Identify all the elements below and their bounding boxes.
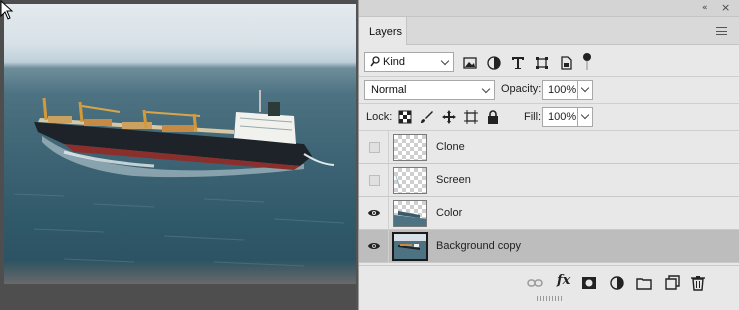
type-filter-icon[interactable] bbox=[510, 55, 526, 71]
divider bbox=[388, 197, 389, 230]
layer-row-background-copy[interactable]: Background copy bbox=[359, 230, 739, 263]
panel-tab-bar: Layers bbox=[359, 17, 739, 45]
layer-row-screen[interactable]: Screen bbox=[359, 164, 739, 197]
divider bbox=[388, 131, 389, 164]
trash-icon[interactable] bbox=[690, 275, 706, 291]
opacity-input[interactable]: 100% bbox=[542, 80, 578, 100]
new-layer-icon[interactable] bbox=[664, 275, 680, 291]
search-icon bbox=[370, 56, 380, 67]
adjustment-filter-icon[interactable] bbox=[486, 55, 502, 71]
layers-footer-toolbar: fx bbox=[359, 265, 739, 297]
divider bbox=[388, 164, 389, 197]
layer-name: Clone bbox=[436, 141, 465, 153]
layer-row-clone[interactable]: Clone bbox=[359, 131, 739, 164]
image-filter-icon[interactable] bbox=[462, 55, 478, 71]
divider bbox=[388, 230, 389, 263]
resize-grip[interactable] bbox=[537, 296, 563, 301]
tab-layers[interactable]: Layers bbox=[359, 17, 407, 45]
document-canvas[interactable] bbox=[0, 0, 356, 310]
eye-icon[interactable] bbox=[368, 207, 380, 219]
chevron-down-icon bbox=[580, 110, 590, 120]
blend-mode-value: Normal bbox=[371, 84, 407, 96]
chevron-down-icon bbox=[481, 84, 491, 94]
shape-filter-icon[interactable] bbox=[534, 55, 550, 71]
link-icon[interactable] bbox=[527, 275, 543, 291]
lock-artboard-icon[interactable] bbox=[463, 109, 479, 125]
arrow-cursor-icon bbox=[0, 0, 14, 20]
collapse-panel-icon[interactable]: « bbox=[702, 3, 707, 13]
blend-mode-select[interactable]: Normal bbox=[364, 80, 495, 100]
filter-kind-select[interactable]: Kind bbox=[364, 52, 454, 72]
layer-thumbnail bbox=[392, 232, 428, 261]
close-panel-icon[interactable]: × bbox=[721, 1, 730, 14]
panel-menu-icon[interactable] bbox=[716, 27, 727, 35]
layer-thumbnail bbox=[393, 200, 427, 227]
chevron-down-icon bbox=[440, 56, 450, 66]
fill-label: Fill: bbox=[524, 111, 542, 123]
fill-input[interactable]: 100% bbox=[542, 107, 578, 127]
filter-kind-label: Kind bbox=[383, 56, 406, 68]
layers-panel: « × Layers Kind Normal Opacity: 100% Loc… bbox=[358, 0, 739, 310]
layer-list: Clone Screen Color Background copy bbox=[359, 131, 739, 263]
divider bbox=[359, 76, 739, 77]
panel-title-bar[interactable]: « × bbox=[359, 0, 739, 17]
mask-icon[interactable] bbox=[581, 275, 597, 291]
lock-position-icon[interactable] bbox=[441, 109, 457, 125]
lock-transparent-pixels-icon[interactable] bbox=[397, 109, 413, 125]
lock-all-icon[interactable] bbox=[485, 109, 501, 125]
smart-object-filter-icon[interactable] bbox=[558, 55, 574, 71]
eye-icon[interactable] bbox=[368, 240, 380, 252]
chevron-down-icon bbox=[580, 83, 590, 93]
layer-thumbnail bbox=[393, 167, 427, 194]
divider bbox=[359, 103, 739, 104]
opacity-label: Opacity: bbox=[501, 83, 542, 95]
visibility-toggle-off[interactable] bbox=[369, 175, 380, 186]
layer-name: Background copy bbox=[436, 240, 521, 252]
lock-image-pixels-icon[interactable] bbox=[419, 109, 435, 125]
lock-label: Lock: bbox=[366, 111, 393, 123]
layer-row-color[interactable]: Color bbox=[359, 197, 739, 230]
layer-thumbnail bbox=[393, 134, 427, 161]
fill-dropdown-button[interactable] bbox=[577, 107, 593, 127]
adjustment-icon[interactable] bbox=[609, 275, 625, 291]
layer-name: Screen bbox=[436, 174, 471, 186]
fx-icon[interactable]: fx bbox=[557, 273, 575, 289]
canvas-edge-shadow bbox=[4, 260, 356, 284]
opacity-dropdown-button[interactable] bbox=[577, 80, 593, 100]
filter-toggle-icon[interactable] bbox=[581, 52, 593, 72]
folder-icon[interactable] bbox=[636, 275, 652, 291]
layer-name: Color bbox=[436, 207, 463, 219]
visibility-toggle-off[interactable] bbox=[369, 142, 380, 153]
ship-photo bbox=[4, 4, 356, 284]
